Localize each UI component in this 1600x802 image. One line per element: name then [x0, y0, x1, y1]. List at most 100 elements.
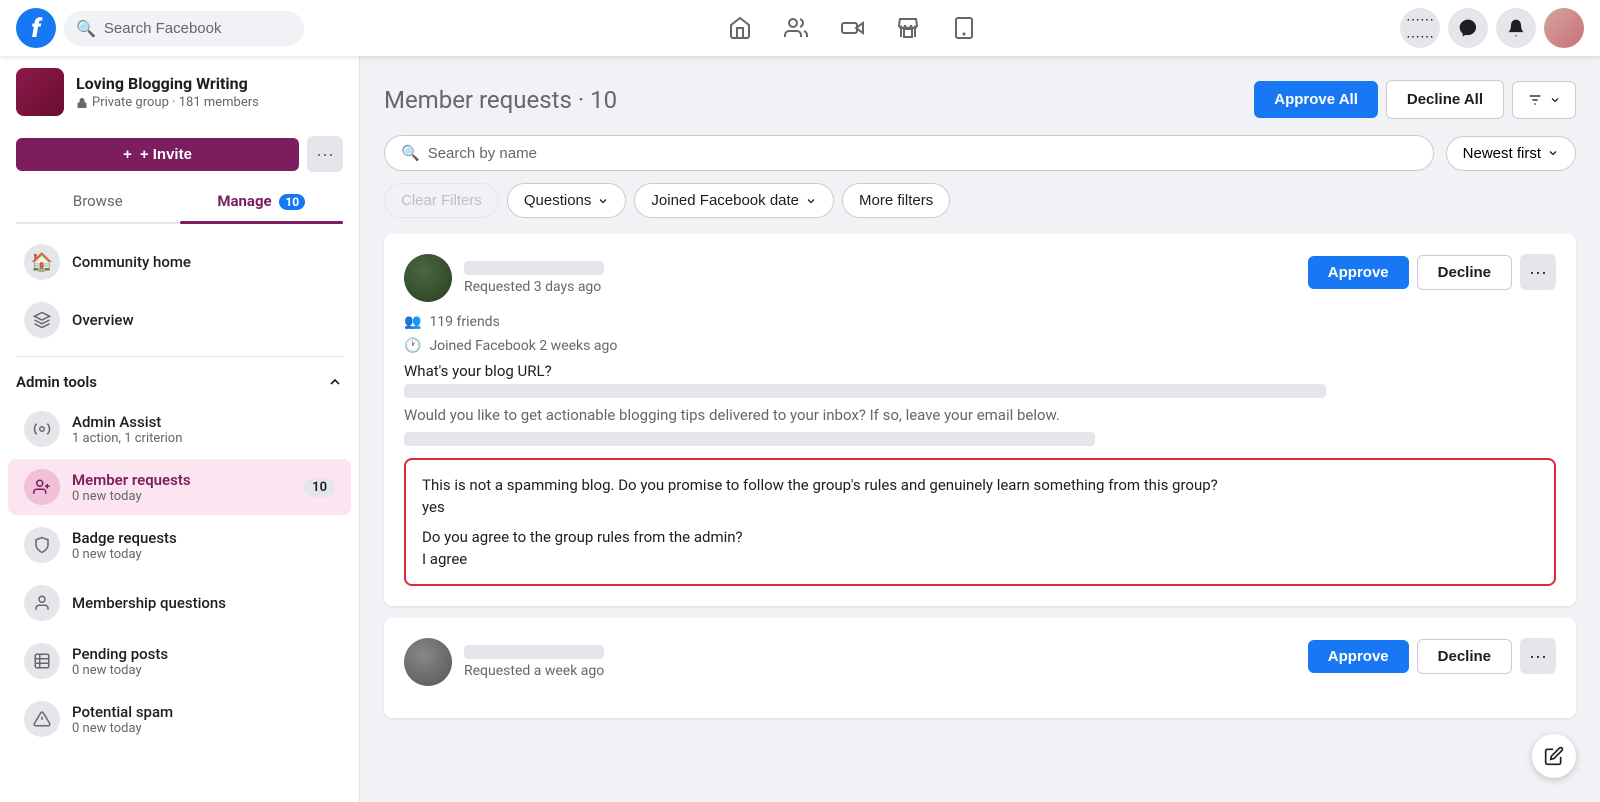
store-nav-button[interactable]	[884, 4, 932, 52]
more-options-button-1[interactable]: ···	[1520, 254, 1556, 290]
sidebar: Loving Blogging Writing Private group · …	[0, 56, 360, 802]
member-requests-badge: 10	[304, 478, 335, 497]
pending-posts-icon	[24, 643, 60, 679]
more-options-button-2[interactable]: ···	[1520, 638, 1556, 674]
answer-2: I agree	[422, 550, 1538, 568]
joined-date-filter-button[interactable]: Joined Facebook date	[634, 183, 834, 218]
user-name-blur-2	[464, 645, 604, 659]
tab-browse[interactable]: Browse	[16, 180, 180, 222]
card-user-2: Requested a week ago	[404, 638, 604, 686]
badge-requests-icon	[24, 527, 60, 563]
tablet-nav-button[interactable]	[940, 4, 988, 52]
sidebar-nav: 🏠 Community home Overview Admin tools	[0, 224, 359, 757]
invite-button[interactable]: + + Invite	[16, 138, 299, 171]
card-header: Requested 3 days ago Approve Decline ···	[404, 254, 1556, 302]
filter-row: Clear Filters Questions Joined Facebook …	[384, 183, 1576, 218]
search-name-input[interactable]	[428, 145, 1417, 162]
header-actions: Approve All Decline All	[1254, 80, 1576, 119]
page-layout: Loving Blogging Writing Private group · …	[0, 56, 1600, 802]
messenger-button[interactable]	[1448, 8, 1488, 48]
approve-all-button[interactable]: Approve All	[1254, 81, 1378, 118]
membership-questions-icon	[24, 585, 60, 621]
sort-button[interactable]: Newest first	[1446, 136, 1576, 171]
people-nav-button[interactable]	[772, 4, 820, 52]
search-name-icon: 🔍	[401, 144, 420, 162]
clock-icon: 🕐	[404, 338, 421, 354]
search-filter-row: 🔍 Newest first	[384, 135, 1576, 171]
admin-assist-icon	[24, 411, 60, 447]
sidebar-item-potential-spam[interactable]: Potential spam 0 new today	[8, 691, 351, 747]
group-header: Loving Blogging Writing Private group · …	[0, 56, 359, 128]
sidebar-item-community-home[interactable]: 🏠 Community home	[8, 234, 351, 290]
group-name: Loving Blogging Writing	[76, 74, 259, 93]
member-requests-icon	[24, 469, 60, 505]
requests-header: Member requests · 10 Approve All Decline…	[384, 80, 1576, 119]
logo-letter: f	[31, 16, 40, 42]
group-avatar	[16, 68, 64, 116]
user-avatar-2	[404, 638, 452, 686]
requests-count-sep: ·	[578, 86, 590, 114]
email-question-text: Would you like to get actionable bloggin…	[404, 406, 1556, 424]
plus-icon: +	[123, 146, 132, 163]
invite-row: + + Invite ···	[0, 128, 359, 180]
home-nav-button[interactable]	[716, 4, 764, 52]
email-answer-blur	[404, 432, 1095, 446]
facebook-logo[interactable]: f	[16, 8, 56, 48]
questions-filter-button[interactable]: Questions	[507, 183, 627, 218]
friends-detail: 👥 119 friends	[404, 314, 1556, 330]
sidebar-item-member-requests[interactable]: Member requests 0 new today 10	[8, 459, 351, 515]
decline-all-button[interactable]: Decline All	[1386, 80, 1504, 119]
request-time: Requested 3 days ago	[464, 279, 604, 295]
apps-menu-button[interactable]: ⋯⋯⋯⋯	[1400, 8, 1440, 48]
card-user-info-2: Requested a week ago	[464, 645, 604, 679]
joined-detail: 🕐 Joined Facebook 2 weeks ago	[404, 338, 1556, 354]
blog-question: What's your blog URL?	[404, 362, 1556, 380]
more-options-button[interactable]: ···	[307, 136, 343, 172]
answer-1: yes	[422, 498, 1538, 516]
decline-button-1[interactable]: Decline	[1417, 255, 1512, 290]
user-avatar[interactable]	[1544, 8, 1584, 48]
admin-tools-header[interactable]: Admin tools	[0, 365, 359, 399]
friends-icon: 👥	[404, 314, 421, 330]
request-time-2: Requested a week ago	[464, 663, 604, 679]
decline-button-2[interactable]: Decline	[1417, 639, 1512, 674]
search-input[interactable]	[104, 20, 292, 37]
card-header-2: Requested a week ago Approve Decline ···	[404, 638, 1556, 686]
home-icon: 🏠	[24, 244, 60, 280]
requests-title: Member requests · 10	[384, 86, 617, 114]
compose-button[interactable]	[1532, 734, 1576, 778]
questions-box: This is not a spamming blog. Do you prom…	[404, 458, 1556, 586]
search-bar[interactable]: 🔍	[64, 11, 304, 46]
filter-icon-button[interactable]	[1512, 81, 1576, 119]
request-card: Requested 3 days ago Approve Decline ···…	[384, 234, 1576, 606]
video-nav-button[interactable]	[828, 4, 876, 52]
search-box[interactable]: 🔍	[384, 135, 1434, 171]
sidebar-item-membership-questions[interactable]: Membership questions	[8, 575, 351, 631]
notifications-button[interactable]	[1496, 8, 1536, 48]
more-filters-button[interactable]: More filters	[842, 183, 950, 218]
approve-button-1[interactable]: Approve	[1308, 256, 1409, 289]
divider	[16, 356, 343, 357]
group-meta: Private group · 181 members	[76, 95, 259, 110]
blog-answer-blur	[404, 384, 1326, 398]
user-avatar-1	[404, 254, 452, 302]
tabs-row: Browse Manage 10	[16, 180, 343, 224]
clear-filters-button[interactable]: Clear Filters	[384, 183, 499, 218]
sidebar-item-badge-requests[interactable]: Badge requests 0 new today	[8, 517, 351, 573]
sidebar-item-overview[interactable]: Overview	[8, 292, 351, 348]
requests-count: 10	[590, 86, 617, 114]
tab-manage[interactable]: Manage 10	[180, 180, 344, 222]
approve-button-2[interactable]: Approve	[1308, 640, 1409, 673]
topnav-center	[312, 4, 1392, 52]
topnav-right: ⋯⋯⋯⋯	[1400, 8, 1584, 48]
topnav: f 🔍 ⋯⋯⋯⋯	[0, 0, 1600, 56]
manage-badge: 10	[279, 194, 305, 210]
sidebar-item-pending-posts[interactable]: Pending posts 0 new today	[8, 633, 351, 689]
sidebar-item-admin-assist[interactable]: Admin Assist 1 action, 1 criterion	[8, 401, 351, 457]
card-actions: Approve Decline ···	[1308, 254, 1556, 290]
group-info: Loving Blogging Writing Private group · …	[76, 74, 259, 110]
card-user: Requested 3 days ago	[404, 254, 604, 302]
question-2: Do you agree to the group rules from the…	[422, 528, 1538, 546]
request-card-2: Requested a week ago Approve Decline ···	[384, 618, 1576, 718]
user-name-blur	[464, 261, 604, 275]
